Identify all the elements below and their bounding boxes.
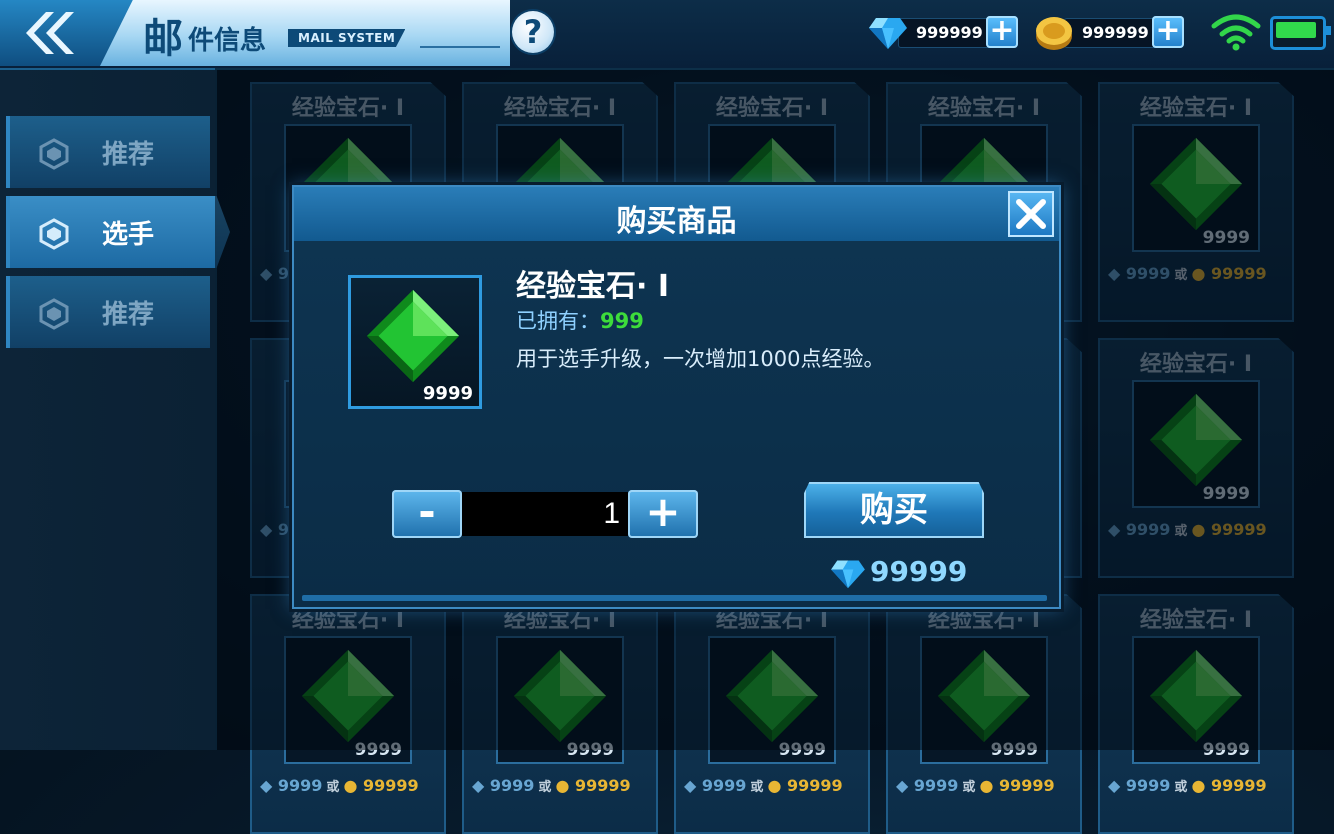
shop-item-price: ◆ 9999或● 99999 (896, 776, 1055, 795)
diamond-icon (831, 560, 865, 589)
gold-currency: 999999 + (1034, 16, 1189, 50)
top-bar: 邮 件信息 MAIL SYSTEM ? 999999 + 999999 + (0, 0, 1334, 70)
sidebar-tab-recommend-2[interactable]: 推荐 (6, 276, 210, 348)
owned-value: 999 (600, 309, 644, 333)
shop-item-gold-price: 99999 (362, 776, 419, 795)
shop-item-diamond-price: 9999 (1125, 776, 1171, 795)
gold-coin-icon (1036, 17, 1072, 50)
page-title: 件信息 (188, 26, 267, 56)
green-gem-icon (366, 289, 460, 383)
dialog-header: 购买商品 (294, 187, 1059, 241)
owned-count: 已拥有：999 (516, 305, 644, 335)
gold-coin-icon: ● (979, 776, 994, 795)
add-gold-button[interactable]: + (1152, 16, 1184, 48)
buy-button[interactable]: 购买 (804, 482, 984, 538)
sidebar-tab-label: 选手 (102, 220, 155, 250)
diamond-icon: ◆ (896, 776, 909, 795)
gold-coin-icon: ● (555, 776, 570, 795)
shop-item-gold-price: 99999 (574, 776, 631, 795)
purchase-dialog: 购买商品 9999 经验宝石· I 已拥有：999 用于选手升级，一次增加100… (292, 185, 1061, 609)
shop-item-or: 或 (1174, 780, 1188, 795)
sidebar: 推荐 选手 推荐 (0, 70, 230, 750)
sidebar-tab-players[interactable]: 选手 (6, 196, 230, 268)
sidebar-tab-label: 推荐 (102, 300, 155, 330)
gold-amount: 999999 (1082, 23, 1149, 42)
item-preview: 9999 (348, 275, 482, 409)
shop-item-price: ◆ 9999或● 99999 (1108, 776, 1267, 795)
shop-item-gold-price: 99999 (998, 776, 1055, 795)
dialog-title: 购买商品 (616, 204, 737, 239)
shop-item-diamond-price: 9999 (701, 776, 747, 795)
shop-item-price: ◆ 9999或● 99999 (260, 776, 419, 795)
price-value: 99999 (870, 555, 968, 588)
item-preview-qty: 9999 (422, 383, 473, 404)
gold-coin-icon: ● (767, 776, 782, 795)
gold-coin-icon: ● (343, 776, 358, 795)
quantity-input[interactable] (462, 492, 628, 536)
hexagon-icon (39, 218, 69, 250)
shop-item-or: 或 (750, 780, 764, 795)
wifi-icon (1211, 14, 1261, 51)
double-chevron-left-icon (26, 12, 74, 54)
shop-item-price: ◆ 9999或● 99999 (684, 776, 843, 795)
owned-label: 已拥有： (516, 309, 600, 333)
diamond-icon: ◆ (684, 776, 697, 795)
shop-item-or: 或 (962, 780, 976, 795)
hexagon-icon (39, 298, 69, 330)
diamond-icon: ◆ (1108, 776, 1121, 795)
page-subtitle: MAIL SYSTEM (288, 29, 406, 47)
close-button[interactable] (1008, 191, 1054, 237)
sidebar-tab-label: 推荐 (102, 140, 155, 170)
item-description: 用于选手升级，一次增加1000点经验。 (516, 347, 885, 371)
decrease-quantity-button[interactable]: - (392, 490, 462, 538)
shop-item-gold-price: 99999 (786, 776, 843, 795)
gold-coin-icon: ● (1191, 776, 1206, 795)
increase-quantity-button[interactable]: + (628, 490, 698, 538)
shop-item-or: 或 (326, 780, 340, 795)
dialog-bottom-bar (302, 595, 1047, 601)
help-button[interactable]: ? (512, 11, 554, 53)
shop-item-or: 或 (538, 780, 552, 795)
diamond-currency: 999999 + (868, 16, 1023, 49)
diamond-icon: ◆ (472, 776, 485, 795)
diamond-amount: 999999 (916, 23, 983, 42)
diamond-icon (869, 18, 907, 49)
add-diamond-button[interactable]: + (986, 16, 1018, 48)
page-title-main: 邮 (143, 16, 183, 62)
battery-icon (1270, 16, 1331, 50)
close-icon (1016, 199, 1046, 229)
title-divider (420, 46, 500, 48)
item-name: 经验宝石· I (516, 269, 670, 304)
diamond-icon: ◆ (260, 776, 273, 795)
hexagon-icon (39, 138, 69, 170)
shop-item-gold-price: 99999 (1210, 776, 1267, 795)
shop-item-diamond-price: 9999 (277, 776, 323, 795)
sidebar-tab-recommend-1[interactable]: 推荐 (6, 116, 210, 188)
shop-item-diamond-price: 9999 (489, 776, 535, 795)
shop-item-diamond-price: 9999 (913, 776, 959, 795)
shop-item-price: ◆ 9999或● 99999 (472, 776, 631, 795)
